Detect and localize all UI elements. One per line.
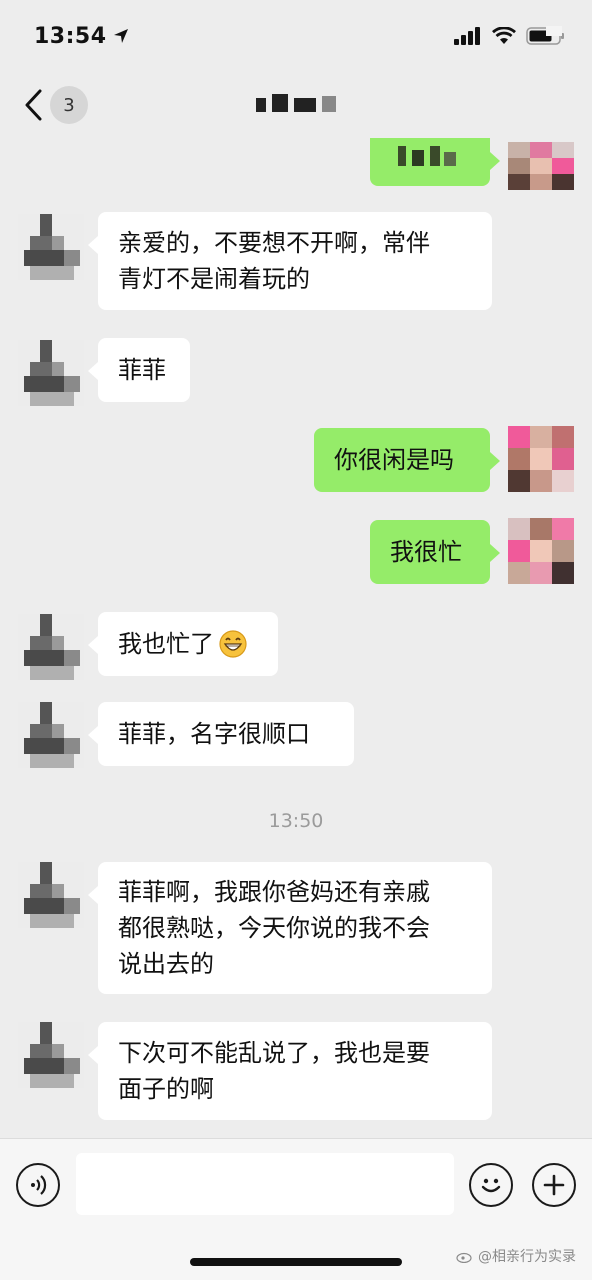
- avatar-self[interactable]: [508, 142, 574, 190]
- message-line: 青灯不是闹着玩的: [118, 265, 310, 293]
- message-text: 我也忙了: [118, 630, 214, 658]
- add-button[interactable]: [532, 1163, 576, 1207]
- nav-bar: 3: [0, 72, 592, 138]
- message-bubble-self[interactable]: 你很闲是吗: [314, 428, 500, 492]
- message-text: 你很闲是吗: [334, 446, 454, 474]
- avatar-self[interactable]: [508, 518, 574, 584]
- message-bubble-self[interactable]: 我很忙: [370, 520, 500, 584]
- voice-button[interactable]: [16, 1163, 60, 1207]
- message-text: 菲菲: [118, 356, 166, 384]
- emoji-icon: [481, 1178, 501, 1193]
- avatar-pixelated: [18, 340, 84, 406]
- avatar-pixelated: [18, 614, 84, 680]
- battery-icon: [526, 26, 564, 45]
- watermark-text: @相亲行为实录: [478, 1249, 576, 1265]
- avatar-other[interactable]: [18, 214, 84, 280]
- chat-area[interactable]: 亲爱的，不要想不开啊，常伴 青灯不是闹着玩的 菲菲 你很闲是吗 我很忙 我也忙了…: [0, 138, 592, 1138]
- status-icons: [454, 26, 566, 46]
- signal-icon: [454, 27, 480, 45]
- avatar-pixelated: [508, 426, 574, 492]
- message-text: 我很忙: [390, 538, 462, 566]
- avatar-pixelated: [18, 862, 84, 928]
- message-bubble-other[interactable]: 我也忙了: [88, 612, 278, 676]
- message-line: 面子的啊: [118, 1075, 214, 1103]
- message-line: 下次可不能乱说了，我也是要: [118, 1039, 430, 1067]
- message-bubble-other[interactable]: 菲菲，名字很顺口: [88, 702, 354, 766]
- weibo-icon: [456, 1252, 472, 1263]
- avatar-other[interactable]: [18, 862, 84, 928]
- home-indicator[interactable]: [190, 1258, 402, 1266]
- message-bubble-other[interactable]: 菲菲: [88, 338, 190, 402]
- back-button[interactable]: 3: [22, 86, 88, 124]
- avatar-pixelated: [18, 1022, 84, 1088]
- message-line: 亲爱的，不要想不开啊，常伴: [118, 229, 430, 257]
- pixelated-content: [398, 146, 456, 166]
- avatar-other[interactable]: [18, 1022, 84, 1088]
- add-icon: [543, 1174, 565, 1196]
- message-text: 亲爱的，不要想不开啊，常伴 青灯不是闹着玩的: [118, 225, 430, 297]
- message-line: 都很熟哒，今天你说的我不会: [118, 914, 430, 942]
- wifi-icon: [492, 27, 516, 44]
- watermark: @相亲行为实录: [456, 1246, 576, 1266]
- avatar-other[interactable]: [18, 340, 84, 406]
- message-text: 下次可不能乱说了，我也是要 面子的啊: [118, 1035, 430, 1107]
- avatar-other[interactable]: [18, 702, 84, 768]
- avatar-pixelated: [508, 518, 574, 584]
- avatar-other[interactable]: [18, 614, 84, 680]
- avatar-pixelated: [508, 142, 574, 190]
- clock: 13:54: [34, 24, 129, 49]
- message-text: 菲菲，名字很顺口: [118, 720, 310, 748]
- message-bubble-other[interactable]: 亲爱的，不要想不开啊，常伴 青灯不是闹着玩的: [88, 212, 492, 310]
- avatar-self[interactable]: [508, 426, 574, 492]
- message-line: 说出去的: [118, 950, 214, 978]
- location-arrow-icon: [113, 29, 128, 43]
- message-bubble-other[interactable]: 下次可不能乱说了，我也是要 面子的啊: [88, 1022, 492, 1120]
- contact-name-pixelated: [256, 94, 336, 112]
- avatar-pixelated: [18, 214, 84, 280]
- message-input[interactable]: [76, 1153, 454, 1215]
- clock-time: 13:54: [34, 23, 107, 49]
- avatar-pixelated: [18, 702, 84, 768]
- message-bubble-self[interactable]: [370, 138, 500, 186]
- message-bubble-other[interactable]: 菲菲啊，我跟你爸妈还有亲戚 都很熟哒，今天你说的我不会 说出去的: [88, 862, 492, 994]
- message-text: 菲菲啊，我跟你爸妈还有亲戚 都很熟哒，今天你说的我不会 说出去的: [118, 874, 430, 982]
- status-bar: 13:54: [0, 0, 592, 72]
- voice-icon: [31, 1175, 47, 1195]
- emoji-button[interactable]: [469, 1163, 513, 1207]
- grin-emoji-icon: [219, 630, 247, 658]
- unread-badge: 3: [50, 86, 88, 124]
- message-line: 菲菲啊，我跟你爸妈还有亲戚: [118, 878, 430, 906]
- back-chevron-icon: [25, 89, 42, 121]
- chat-timestamp: 13:50: [268, 810, 324, 832]
